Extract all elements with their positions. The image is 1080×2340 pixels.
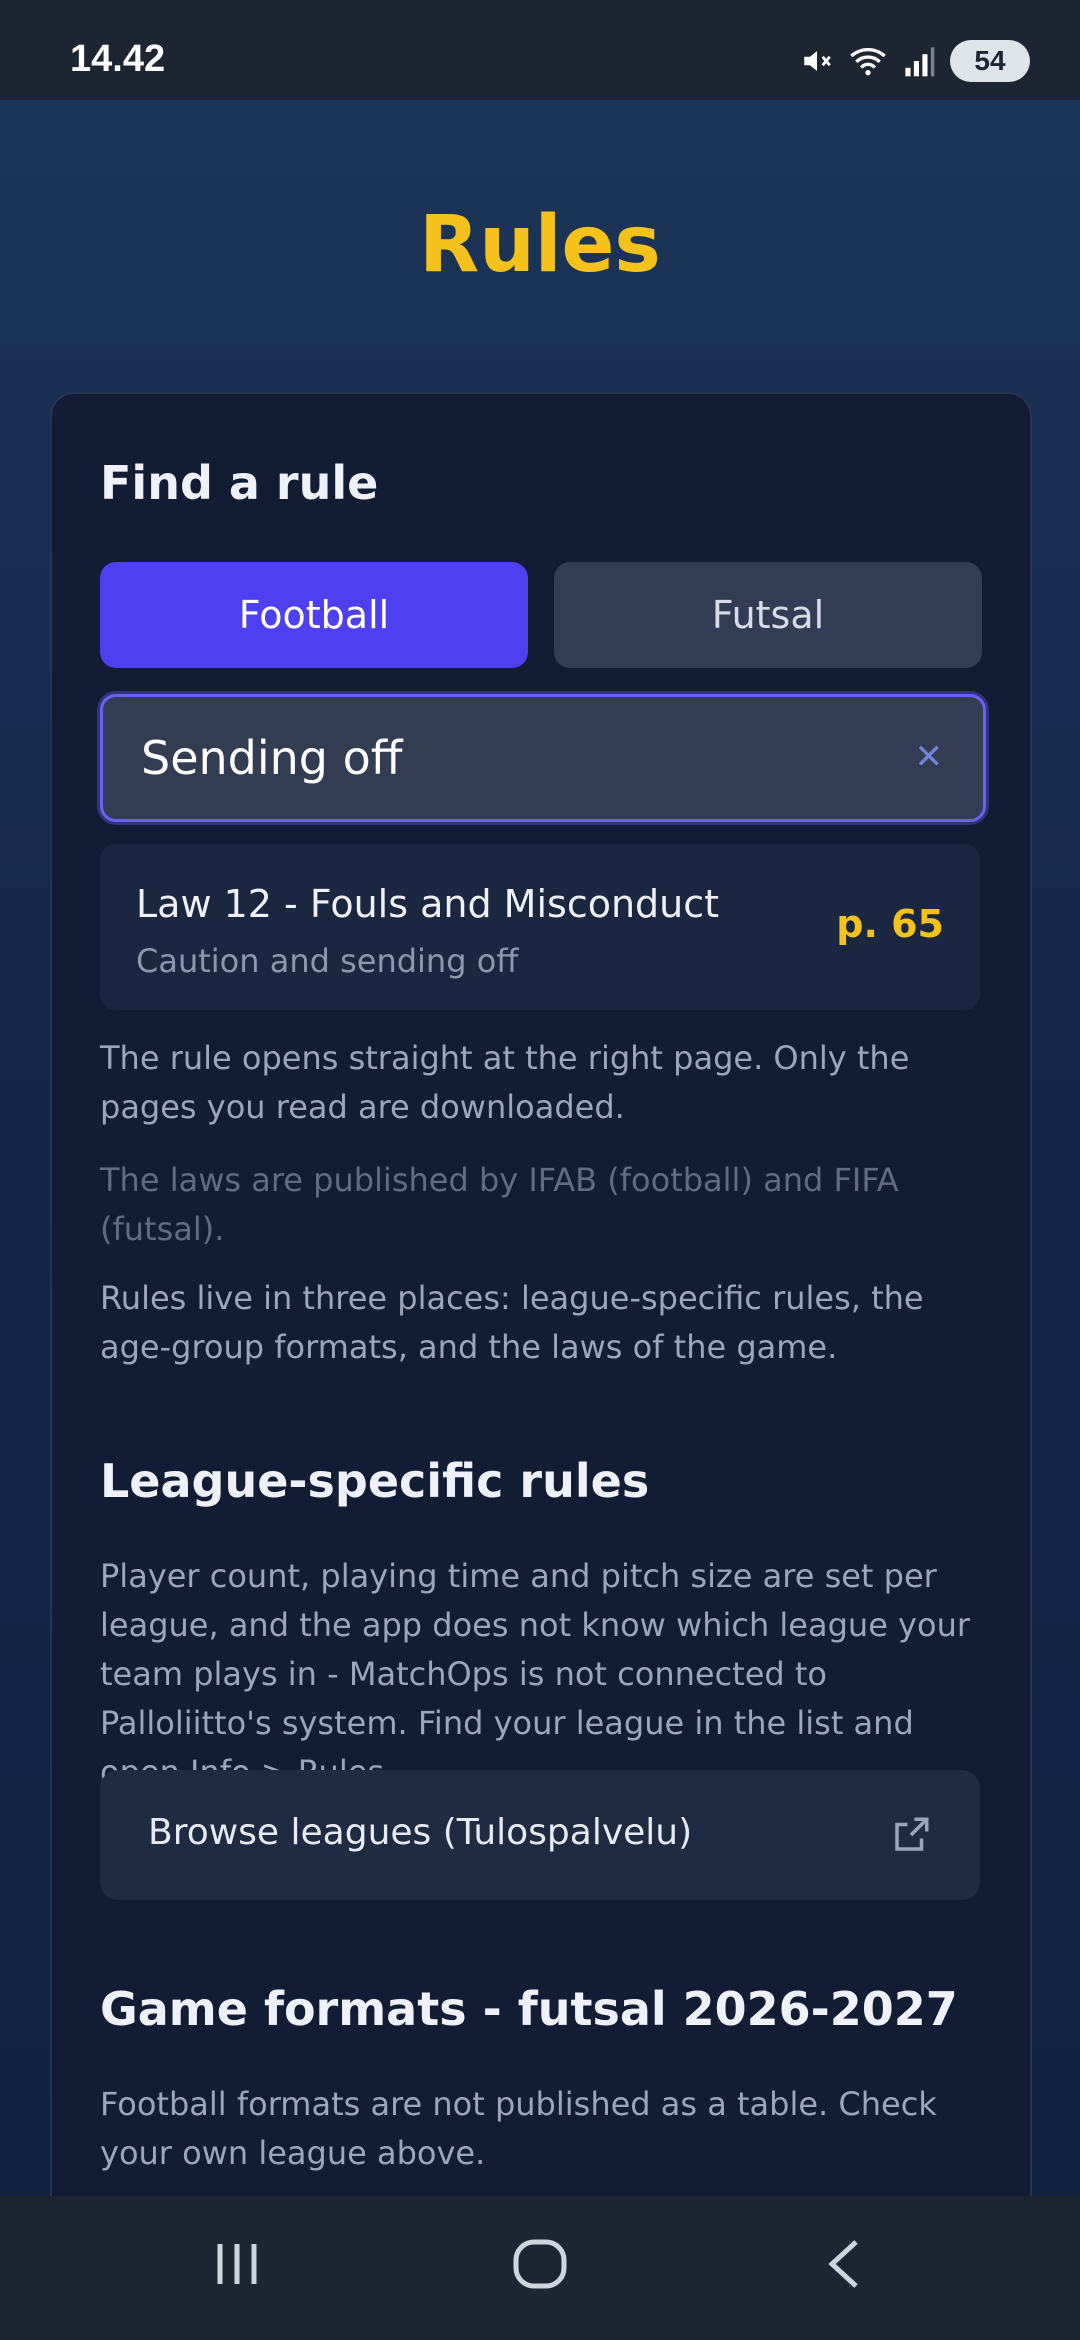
- rule-search-field[interactable]: ✕: [100, 694, 986, 822]
- external-link-icon: [895, 1817, 929, 1851]
- back-icon[interactable]: [820, 2234, 870, 2294]
- search-note: The rule opens straight at the right pag…: [100, 1039, 910, 1126]
- game-formats-text: Football formats are not published as a …: [100, 2085, 937, 2172]
- status-time: 14.42: [70, 38, 166, 80]
- browse-leagues-label: Browse leagues (Tulospalvelu): [148, 1812, 693, 1853]
- tab-futsal[interactable]: Futsal: [554, 562, 982, 668]
- status-bar: 14.42 54: [0, 0, 1080, 100]
- intro-text: Rules live in three places: league-speci…: [100, 1279, 924, 1366]
- result-page: p. 65: [836, 902, 944, 946]
- league-rules-heading: League-specific rules: [100, 1454, 650, 1508]
- status-icons: 54: [800, 40, 1030, 82]
- result-subtitle: Caution and sending off: [136, 942, 519, 980]
- clear-icon[interactable]: ✕: [915, 737, 944, 777]
- signal-icon: [905, 47, 935, 77]
- publisher-note: The laws are published by IFAB (football…: [100, 1161, 899, 1248]
- wifi-icon: [850, 48, 886, 76]
- battery-indicator: 54: [950, 40, 1030, 82]
- page-title: Rules: [419, 200, 661, 290]
- game-formats-heading: Game formats - futsal 2026-2027: [100, 1982, 958, 2036]
- browse-leagues-button[interactable]: Browse leagues (Tulospalvelu): [100, 1770, 980, 1900]
- rules-card: Find a rule Football Futsal ✕ Law 12 - F…: [50, 392, 1032, 2276]
- home-icon[interactable]: [510, 2234, 570, 2294]
- league-rules-text: Player count, playing time and pitch siz…: [100, 1557, 970, 1791]
- recent-apps-icon[interactable]: [212, 2234, 262, 2294]
- search-input[interactable]: [139, 717, 883, 799]
- page-header: Rules: [0, 100, 1080, 345]
- mute-icon: [804, 51, 831, 71]
- find-rule-title: Find a rule: [100, 456, 379, 510]
- result-title: Law 12 - Fouls and Misconduct: [136, 882, 720, 926]
- system-nav-bar: [0, 2196, 1080, 2340]
- tab-football[interactable]: Football: [100, 562, 528, 668]
- search-result-item[interactable]: Law 12 - Fouls and Misconduct Caution an…: [100, 844, 980, 1010]
